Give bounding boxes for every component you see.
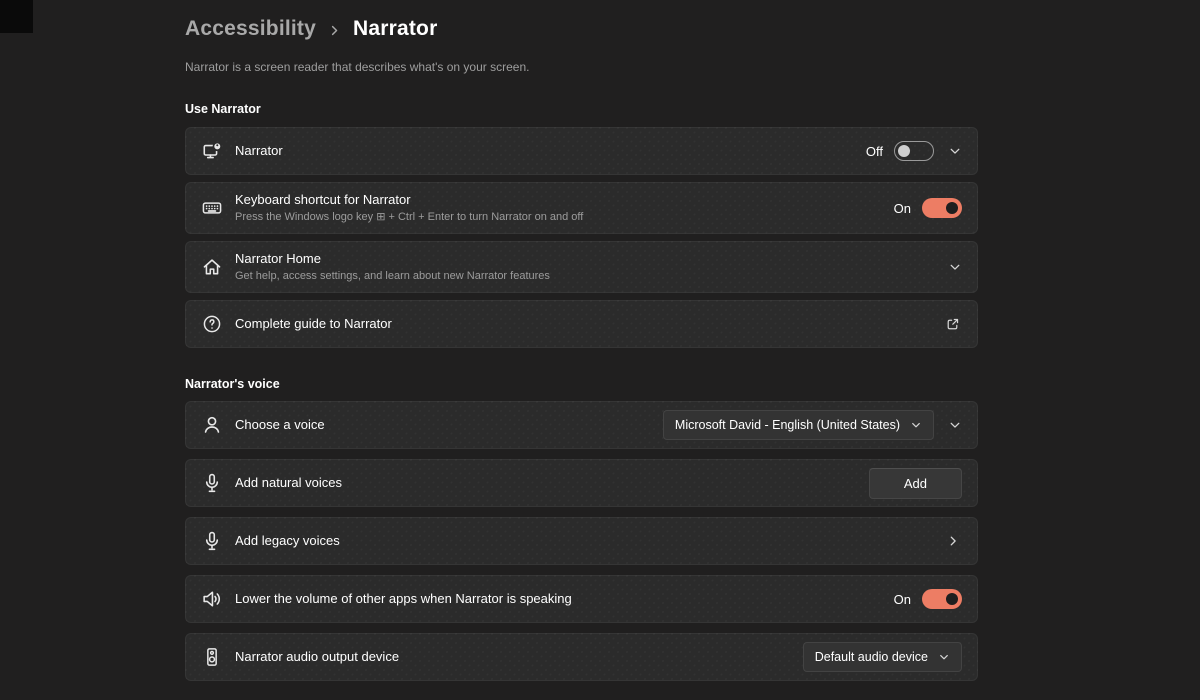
settings-row-keyboard-shortcut: Keyboard shortcut for Narrator Press the … [185, 182, 978, 234]
settings-row-complete-guide[interactable]: Complete guide to Narrator [185, 300, 978, 348]
row-controls: Off [866, 141, 962, 161]
row-text: Narrator audio output device [235, 649, 803, 665]
row-sublabel: Press the Windows logo key ⊞ + Ctrl + En… [235, 211, 882, 224]
speaker-volume-icon [202, 589, 222, 609]
toggle-state-label: Off [866, 144, 883, 159]
dropdown-audio-output[interactable]: Default audio device [803, 642, 962, 672]
help-circle-icon [202, 314, 222, 334]
section-title: Use Narrator [185, 102, 978, 116]
toggle-switch[interactable] [894, 141, 934, 161]
row-label: Narrator Home [235, 251, 922, 267]
row-text: Choose a voice [235, 417, 663, 433]
row-text: Add natural voices [235, 475, 869, 491]
row-label: Add legacy voices [235, 533, 934, 549]
narrator-icon [202, 141, 222, 161]
chevron-down-icon[interactable] [948, 260, 962, 274]
chevron-down-icon[interactable] [948, 144, 962, 158]
toggle-knob [898, 145, 910, 157]
settings-page: Accessibility Narrator Narrator is a scr… [185, 0, 978, 691]
row-text: Add legacy voices [235, 533, 946, 549]
toggle-switch[interactable] [922, 198, 962, 218]
row-text: Narrator [235, 143, 866, 159]
settings-row-narrator[interactable]: Narrator Off [185, 127, 978, 175]
toggle-state-label: On [894, 201, 911, 216]
row-sublabel: Get help, access settings, and learn abo… [235, 270, 922, 283]
section-0: Use Narrator Narrator Off Keyboard shortcut… [185, 102, 978, 348]
row-controls [946, 534, 962, 548]
settings-row-narrator-home[interactable]: Narrator Home Get help, access settings, … [185, 241, 978, 293]
breadcrumb: Accessibility Narrator [185, 15, 978, 43]
breadcrumb-parent[interactable]: Accessibility [185, 17, 316, 41]
dropdown-value: Microsoft David - English (United States… [675, 418, 900, 432]
chevron-right-icon [946, 534, 960, 548]
settings-sections: Use Narrator Narrator Off Keyboard shortcut… [185, 102, 978, 681]
row-controls: On [894, 589, 962, 609]
toggle-knob [946, 593, 958, 605]
microphone-icon [202, 473, 222, 493]
row-label: Complete guide to Narrator [235, 316, 933, 332]
page-description: Narrator is a screen reader that describ… [185, 60, 978, 74]
keyboard-icon [202, 198, 222, 218]
toggle-state-label: On [894, 592, 911, 607]
row-controls: Default audio device [803, 642, 962, 672]
external-link-icon [945, 317, 960, 332]
breadcrumb-chevron-icon [328, 24, 341, 37]
chevron-down-icon[interactable] [948, 418, 962, 432]
toggle-knob [946, 202, 958, 214]
row-text: Keyboard shortcut for Narrator Press the … [235, 192, 894, 224]
page-title: Narrator [353, 17, 437, 41]
person-icon [202, 415, 222, 435]
settings-row-lower-volume: Lower the volume of other apps when Narr… [185, 575, 978, 623]
add-button[interactable]: Add [869, 468, 962, 499]
row-label: Narrator audio output device [235, 649, 791, 665]
settings-row-audio-output: Narrator audio output device Default audi… [185, 633, 978, 681]
row-text: Narrator Home Get help, access settings, … [235, 251, 934, 283]
row-label: Lower the volume of other apps when Narr… [235, 591, 882, 607]
dropdown-choose-voice[interactable]: Microsoft David - English (United States… [663, 410, 934, 440]
row-label: Add natural voices [235, 475, 857, 491]
section-1: Narrator's voice Choose a voice Microsoft … [185, 377, 978, 681]
settings-row-choose-voice[interactable]: Choose a voice Microsoft David - English … [185, 401, 978, 449]
row-label: Narrator [235, 143, 854, 159]
microphone-icon [202, 531, 222, 551]
audio-output-icon [202, 647, 222, 667]
row-controls [934, 260, 962, 274]
window-corner [0, 0, 33, 33]
row-controls: Microsoft David - English (United States… [663, 410, 962, 440]
row-controls [945, 317, 962, 332]
settings-row-add-legacy-voices[interactable]: Add legacy voices [185, 517, 978, 565]
dropdown-value: Default audio device [815, 650, 928, 664]
chevron-down-icon [938, 651, 950, 663]
row-text: Lower the volume of other apps when Narr… [235, 591, 894, 607]
row-label: Keyboard shortcut for Narrator [235, 192, 882, 208]
chevron-down-icon [910, 419, 922, 431]
row-text: Complete guide to Narrator [235, 316, 945, 332]
settings-row-add-natural-voices: Add natural voices Add [185, 459, 978, 507]
row-controls: On [894, 198, 962, 218]
row-label: Choose a voice [235, 417, 651, 433]
toggle-switch[interactable] [922, 589, 962, 609]
home-icon [202, 257, 222, 277]
row-controls: Add [869, 468, 962, 499]
section-title: Narrator's voice [185, 377, 978, 391]
